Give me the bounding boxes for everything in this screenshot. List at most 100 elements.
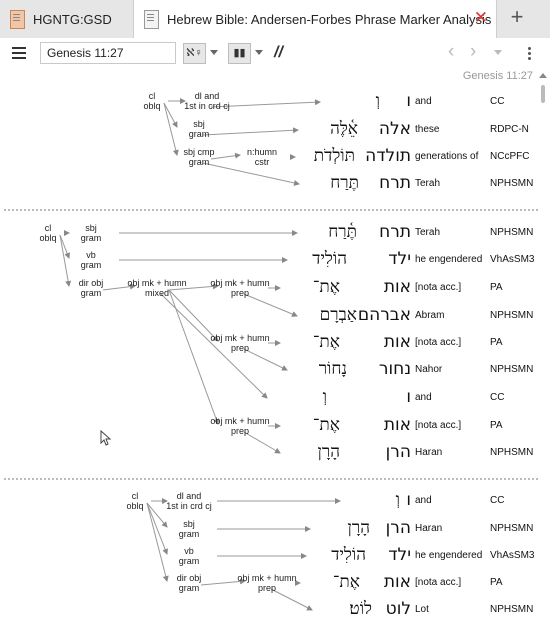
reference-input[interactable]: Genesis 11:27 (40, 42, 176, 64)
back-arrow-icon[interactable]: ‹ (448, 41, 454, 63)
hebrew-word[interactable]: תּוֹלְדֹת (314, 146, 355, 166)
lemma[interactable]: הרן (386, 518, 411, 538)
block-separator (4, 478, 538, 480)
toolbar: Genesis 11:27 ℵ♀ ▮▮ // ‹ › (0, 38, 550, 71)
syntax-node[interactable]: sbj gram (179, 519, 200, 539)
gloss: Terah (415, 227, 441, 238)
hebrew-word[interactable]: אֵ֫לֶּה (330, 119, 358, 139)
gloss: and (415, 392, 432, 403)
morphology-code: NPHSMN (490, 523, 534, 534)
morphology-code: CC (490, 495, 505, 506)
lemma[interactable]: אות (384, 572, 411, 592)
gloss: Lot (415, 604, 429, 615)
syntax-node[interactable]: vb gram (81, 250, 102, 270)
lemma[interactable]: לוט (386, 599, 411, 619)
morphology-code: VhAsSM3 (490, 550, 535, 561)
more-options-icon[interactable] (528, 47, 531, 50)
chevron-down-icon[interactable] (210, 50, 218, 55)
syntax-node[interactable]: obj mk + humn prep (237, 573, 296, 593)
hebrew-word[interactable]: לוֹט׃ (349, 599, 372, 619)
chevron-down-icon[interactable] (494, 50, 502, 55)
hebrew-word[interactable]: אֶת־ (333, 572, 360, 592)
hebrew-word[interactable]: תֶּ֫רַח (328, 222, 357, 242)
menu-icon[interactable] (12, 47, 26, 49)
add-tab-button[interactable]: + (505, 4, 529, 30)
lemma[interactable]: ו (406, 91, 411, 111)
syntax-node[interactable]: n:humn cstr (247, 147, 277, 167)
morphology-code: PA (490, 337, 503, 348)
syntax-node[interactable]: sbj gram (189, 119, 210, 139)
hebrew-word[interactable]: וְ (323, 387, 327, 407)
tab-hebrew-bible[interactable]: Hebrew Bible: Andersen-Forbes Phrase Mar… (133, 0, 497, 39)
hebrew-word[interactable]: אַבְרָם (320, 305, 357, 325)
morphology-code: CC (490, 392, 505, 403)
block-separator (4, 209, 538, 211)
syntax-node[interactable]: obj mk + humn prep (210, 416, 269, 436)
lemma[interactable]: תרח (379, 222, 411, 242)
hebrew-word[interactable]: הָרָן (318, 442, 340, 462)
hebrew-word[interactable]: וְ (376, 91, 380, 111)
hebrew-word[interactable]: אֶת־ (313, 277, 340, 297)
lemma[interactable]: אלה (379, 119, 411, 139)
hebrew-word[interactable]: וְ (396, 490, 400, 510)
chevron-down-icon[interactable] (255, 50, 263, 55)
lemma[interactable]: נחור (379, 359, 411, 379)
gloss: Terah (415, 178, 441, 189)
morphology-code: NCcPFC (490, 151, 530, 162)
lemma[interactable]: אות (384, 277, 411, 297)
lemma[interactable]: תולדה (365, 146, 411, 166)
resource-icon (10, 9, 25, 29)
syntax-node[interactable]: dl and 1st in crd cj (166, 491, 212, 511)
hebrew-word[interactable]: תֶּרַח (330, 173, 359, 193)
lemma[interactable]: ו (406, 490, 411, 510)
morphology-code: NPHSMN (490, 447, 534, 458)
syntax-node[interactable]: cl oblq (143, 91, 160, 111)
tab-label: Hebrew Bible: Andersen-Forbes Phrase Mar… (167, 12, 492, 27)
lemma[interactable]: אות (384, 415, 411, 435)
lemma[interactable]: הרן (386, 442, 411, 462)
syntax-node[interactable]: vb gram (179, 546, 200, 566)
lemma[interactable]: אות (384, 332, 411, 352)
hebrew-word[interactable]: אֶת־ (313, 415, 340, 435)
hebrew-word[interactable]: הוֹלִיד (331, 545, 366, 565)
syntax-node[interactable]: dir obj gram (177, 573, 202, 593)
hebrew-word[interactable]: הָרָן (348, 518, 370, 538)
gloss: Haran (415, 523, 443, 534)
lemma[interactable]: תרח (379, 173, 411, 193)
morphology-code: CC (490, 96, 505, 107)
gloss: generations of (415, 151, 479, 162)
syntax-node[interactable]: dir obj gram (79, 278, 104, 298)
resource-icon (144, 10, 159, 29)
lemma[interactable]: ילד (388, 545, 411, 565)
gloss: [nota acc.] (415, 577, 462, 588)
morphology-code: NPHSMN (490, 310, 534, 321)
lemma[interactable]: ו (406, 387, 411, 407)
syntax-node[interactable]: dl and 1st in crd cj (184, 91, 230, 111)
syntax-node[interactable]: obj mk + humn prep (210, 278, 269, 298)
syntax-node[interactable]: obj mk + humn mixed (127, 278, 186, 298)
scroll-up-icon[interactable] (539, 73, 547, 78)
syntax-node[interactable]: cl oblq (126, 491, 143, 511)
view-button[interactable]: ℵ♀ (183, 43, 206, 64)
morphology-code: NPHSMN (490, 364, 534, 375)
hebrew-word[interactable]: אֶת־ (313, 332, 340, 352)
tab-label: HGNTG:GSD (33, 11, 112, 27)
syntax-node[interactable]: cl oblq (39, 223, 56, 243)
syntax-node[interactable]: sbj gram (81, 223, 102, 243)
syntax-node[interactable]: sbj cmp gram (183, 147, 214, 167)
lemma[interactable]: ילד (388, 249, 411, 269)
gloss: and (415, 96, 432, 107)
gloss: he engendered (415, 254, 483, 265)
format-button[interactable]: // (274, 44, 283, 62)
morphology-code: RDPC-N (490, 124, 529, 135)
verse-reference: Genesis 11:27 (462, 70, 533, 82)
layout-button[interactable]: ▮▮ (228, 43, 251, 64)
hebrew-word[interactable]: הוֹלִיד (312, 249, 347, 269)
forward-arrow-icon[interactable]: › (470, 41, 476, 63)
hebrew-word[interactable]: נָחוֹר (319, 359, 347, 379)
lemma[interactable]: אברהם (358, 305, 411, 325)
tab-hgntg[interactable]: HGNTG:GSD (0, 0, 133, 38)
close-icon[interactable]: ✕ (474, 8, 488, 28)
syntax-node[interactable]: obj mk + humn prep (210, 333, 269, 353)
scrollbar[interactable] (541, 85, 545, 103)
